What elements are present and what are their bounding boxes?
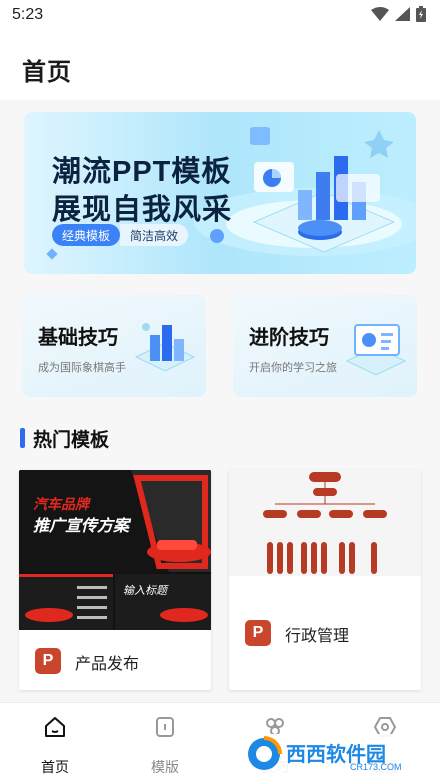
- template-thumbnail-car: 汽车品牌 推广宣传方案 输入标题: [19, 470, 211, 630]
- template-thumbnail-orgchart: [229, 470, 421, 576]
- watermark-subtext: CR173.COM: [350, 762, 402, 772]
- ppt-icon: P: [35, 648, 61, 674]
- banner-tag-classic: 经典模板: [52, 224, 121, 246]
- monitor-chart-icon: [345, 324, 407, 376]
- org-chart-art: [229, 470, 421, 576]
- banner-tag-simple: 简洁高效: [120, 224, 189, 246]
- template-footer: P 行政管理: [229, 602, 421, 662]
- tab-templates-label: 模版: [151, 759, 179, 775]
- ppt-icon: P: [245, 620, 271, 646]
- template-footer: P 产品发布: [19, 630, 211, 690]
- banner-title-line2: 展现自我风采: [52, 194, 233, 226]
- banner-title-line1: 潮流PPT模板: [52, 156, 232, 188]
- advanced-skills-title: 进阶技巧: [249, 327, 329, 349]
- tab-templates[interactable]: 模版: [110, 703, 220, 783]
- building-chart-icon: [134, 323, 196, 372]
- template-icon: [156, 717, 174, 737]
- watermark-logo: 西西软件园 CR173.COM: [240, 730, 436, 778]
- basic-skills-card[interactable]: 基础技巧 成为国际象棋高手: [22, 295, 206, 397]
- thumb-title-brand: 汽车品牌: [33, 496, 89, 512]
- page-title: 首页: [22, 59, 72, 86]
- home-icon: [45, 717, 65, 737]
- section-title: 热门模板: [33, 430, 110, 451]
- advanced-skills-subtitle: 开启你的学习之旅: [249, 362, 337, 374]
- template-card-admin[interactable]: P 行政管理: [229, 470, 421, 690]
- promo-banner[interactable]: 潮流PPT模板 展现自我风采 经典模板 简洁高效: [24, 112, 416, 274]
- status-icons: [371, 6, 426, 22]
- header: 首页: [0, 30, 440, 100]
- advanced-skills-card[interactable]: 进阶技巧 开启你的学习之旅: [233, 295, 417, 397]
- basic-skills-title: 基础技巧: [38, 327, 118, 349]
- basic-skills-subtitle: 成为国际象棋高手: [38, 362, 126, 374]
- banner-tags: 经典模板 简洁高效: [52, 224, 189, 246]
- wifi-icon: [371, 7, 389, 21]
- battery-icon: [416, 6, 426, 22]
- thumb-title-plan: 推广宣传方案: [33, 518, 130, 535]
- status-time: 5:23: [12, 6, 44, 23]
- tab-home[interactable]: 首页: [0, 703, 110, 783]
- section-accent-bar: [20, 428, 25, 448]
- template-name: 行政管理: [285, 628, 350, 645]
- thumb-subtitle: 输入标题: [123, 585, 167, 597]
- status-bar: 5:23: [0, 0, 440, 30]
- tab-home-label: 首页: [41, 759, 69, 775]
- template-card-product-launch[interactable]: 汽车品牌 推广宣传方案 输入标题 P 产品发布: [19, 470, 211, 690]
- template-name: 产品发布: [75, 656, 140, 673]
- signal-icon: [395, 7, 410, 21]
